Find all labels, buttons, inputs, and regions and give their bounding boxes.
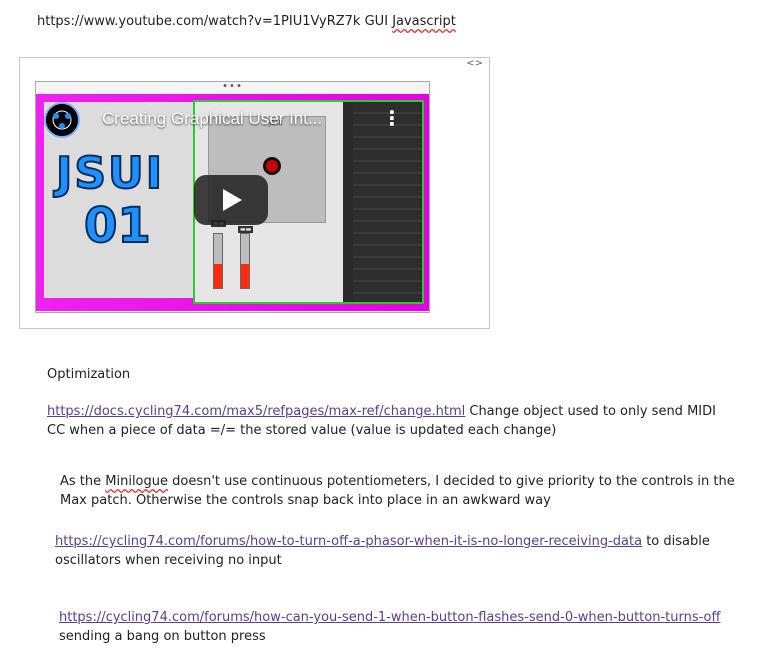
change-object-link[interactable]: https://docs.cycling74.com/max5/refpages… — [47, 404, 465, 419]
meter-right — [240, 233, 250, 289]
channel-avatar-icon[interactable] — [44, 102, 80, 138]
note-change-object: https://docs.cycling74.com/max5/refpages… — [47, 402, 747, 440]
minilogue-word: Minilogue — [105, 474, 168, 489]
red-knob-icon — [263, 157, 281, 175]
note1-text: Change object used to only send MIDI — [465, 404, 716, 419]
note3-text-line2: oscillators when receiving no input — [55, 553, 282, 568]
note2-text-c: Max patch. Otherwise the controls snap b… — [60, 493, 551, 508]
video-title[interactable]: Creating Graphical User Int... — [102, 108, 322, 130]
embed-toggle-icon[interactable]: <> — [466, 58, 483, 69]
player-more-dots-icon[interactable]: ••• — [36, 82, 429, 94]
bang-forum-link[interactable]: https://cycling74.com/forums/how-can-you… — [59, 610, 720, 625]
video-player[interactable]: ••• JSUI 01 JSUI ▬▬ ▬▬ — [35, 81, 430, 313]
video-thumbnail[interactable]: JSUI 01 JSUI ▬▬ ▬▬ — [36, 94, 429, 311]
note-phasor: https://cycling74.com/forums/how-to-turn… — [55, 532, 755, 570]
javascript-label: Javascript — [392, 14, 456, 29]
thumbnail-number-text: 01 — [83, 198, 152, 254]
video-url: https://www.youtube.com/watch?v=1PIU1VyR… — [37, 14, 361, 29]
patcher-side-strip — [343, 102, 353, 302]
meter-left — [213, 233, 223, 289]
play-button-icon[interactable] — [194, 175, 268, 225]
more-options-icon[interactable]: ⋮ — [382, 108, 402, 130]
phasor-forum-link[interactable]: https://cycling74.com/forums/how-to-turn… — [55, 534, 642, 549]
video-embed-frame: <> ••• JSUI 01 JSUI ▬▬ Creating Graphica… — [19, 57, 490, 329]
note1-text-line2: CC when a piece of data =/= the stored v… — [47, 423, 557, 438]
note4-text: sending a bang on button press — [59, 629, 266, 644]
note2-text-b: doesn't use continuous potentiometers, I… — [168, 474, 735, 489]
note-minilogue: As the Minilogue doesn't use continuous … — [60, 472, 760, 510]
note3-text: to disable — [642, 534, 710, 549]
thumbnail-jsui-text: JSUI — [55, 148, 165, 199]
gui-label: GUI — [364, 14, 389, 29]
meter-right-label: ▬▬ — [238, 226, 254, 233]
section-heading: Optimization — [47, 367, 131, 382]
url-line: https://www.youtube.com/watch?v=1PIU1VyR… — [37, 12, 456, 31]
note2-text-a: As the — [60, 474, 106, 489]
note-bang: https://cycling74.com/forums/how-can-you… — [59, 608, 759, 646]
patcher-inspector-list — [353, 102, 422, 302]
